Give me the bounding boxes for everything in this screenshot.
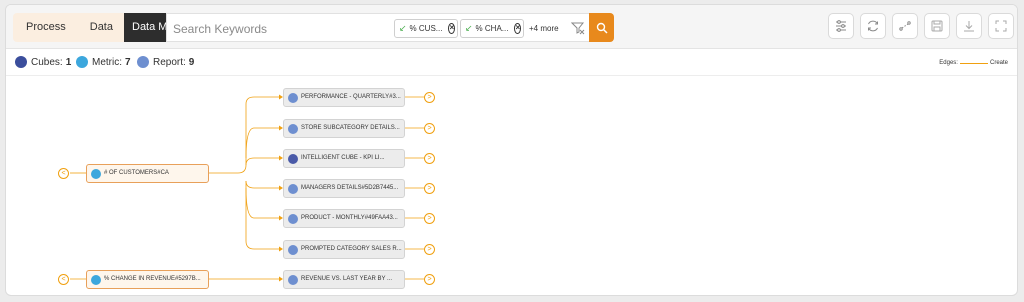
metric-node[interactable]: # OF CUSTOMERS#CA [86, 164, 209, 183]
edge-line-swatch [959, 62, 988, 64]
expand-downstream-icon[interactable]: > [424, 274, 435, 285]
object-counts: Cubes: 1 Metric: 7 Report: 9 Edges: Create [6, 50, 1017, 76]
remove-chip-icon[interactable]: × [448, 23, 456, 34]
metric-icon [76, 56, 88, 68]
search-input[interactable] [173, 19, 373, 38]
more-filters-link[interactable]: +4 more [529, 19, 559, 38]
cube-node[interactable]: INTELLIGENT CUBE - KPI LI... [283, 149, 405, 168]
metric-icon [91, 275, 101, 285]
expand-downstream-icon[interactable]: > [424, 92, 435, 103]
report-icon [288, 275, 298, 285]
save-icon [931, 20, 943, 32]
search-button[interactable] [589, 13, 614, 42]
report-icon [288, 124, 298, 134]
clear-filter-icon[interactable] [571, 21, 585, 35]
metric-node[interactable]: % CHANGE IN REVENUE#5297B... [86, 270, 209, 289]
save-button[interactable] [924, 13, 950, 39]
report-node[interactable]: PERFORMANCE - QUARTERLY#3... [283, 88, 405, 107]
settings-sliders-icon [836, 20, 846, 32]
expand-upstream-icon[interactable]: < [58, 168, 69, 179]
report-count: Report: 9 [137, 56, 194, 68]
expand-downstream-icon[interactable]: > [424, 183, 435, 194]
edge-layer [70, 94, 424, 282]
cube-icon [15, 56, 27, 68]
report-icon [137, 56, 149, 68]
toolbar: Process Data Data Model ↙ % CUS... × ↙ %… [6, 5, 1017, 49]
report-node[interactable]: PROMPTED CATEGORY SALES R... [283, 240, 405, 259]
tab-process[interactable]: Process [13, 13, 79, 42]
lineage-graph[interactable]: < # OF CUSTOMERS#CA < % CHANGE IN REVENU… [6, 77, 1017, 295]
filter-chip[interactable]: ↙ % CHA... × [460, 19, 524, 38]
search-box: ↙ % CUS... × ↙ % CHA... × +4 more [166, 13, 612, 42]
fullscreen-icon [995, 20, 1007, 32]
filter-chip[interactable]: ↙ % CUS... × [394, 19, 458, 38]
filter-chip-label: % CHA... [475, 24, 509, 33]
report-node[interactable]: PRODUCT - MONTHLY#49FAA43... [283, 209, 405, 228]
report-icon [288, 93, 298, 103]
report-node[interactable]: REVENUE VS. LAST YEAR BY ... [283, 270, 405, 289]
lineage-panel: Process Data Data Model ↙ % CUS... × ↙ %… [5, 4, 1018, 296]
cubes-count: Cubes: 1 [15, 56, 71, 68]
filter-chip-label: % CUS... [409, 24, 443, 33]
report-icon [288, 245, 298, 255]
arrow-icon: ↙ [465, 23, 473, 33]
report-icon [288, 214, 298, 224]
report-node[interactable]: STORE SUBCATEGORY DETAILS... [283, 119, 405, 138]
cube-icon [288, 154, 298, 164]
expand-downstream-icon[interactable]: > [424, 123, 435, 134]
expand-downstream-icon[interactable]: > [424, 213, 435, 224]
report-icon [288, 184, 298, 194]
expand-downstream-icon[interactable]: > [424, 153, 435, 164]
tab-data[interactable]: Data [78, 13, 124, 42]
expand-upstream-icon[interactable]: < [58, 274, 69, 285]
expand-downstream-icon[interactable]: > [424, 244, 435, 255]
remove-chip-icon[interactable]: × [514, 23, 522, 34]
toolbar-actions [828, 13, 1014, 39]
fullscreen-button[interactable] [988, 13, 1014, 39]
layout-icon [899, 21, 911, 31]
download-icon [964, 21, 974, 32]
layout-button[interactable] [892, 13, 918, 39]
edges-legend: Edges: Create [939, 60, 1008, 66]
refresh-button[interactable] [860, 13, 886, 39]
download-button[interactable] [956, 13, 982, 39]
metric-count: Metric: 7 [76, 56, 131, 68]
report-node[interactable]: MANAGERS DETAILS#5D2B7445... [283, 179, 405, 198]
search-icon [596, 22, 608, 34]
refresh-icon [868, 20, 878, 32]
metric-icon [91, 169, 101, 179]
settings-button[interactable] [828, 13, 854, 39]
arrow-icon: ↙ [399, 23, 407, 33]
